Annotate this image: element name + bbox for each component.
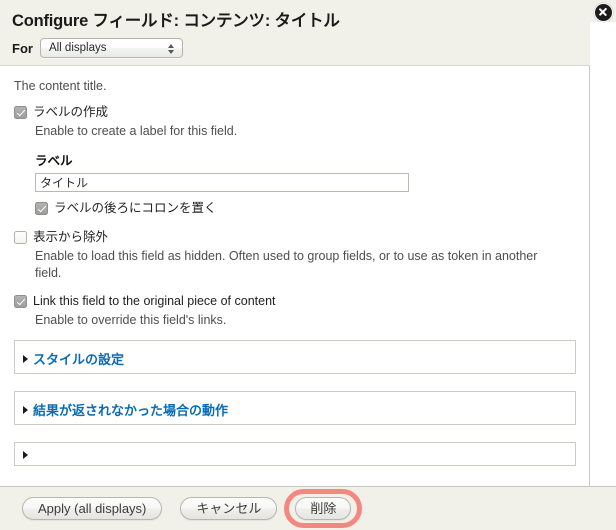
fieldset-third-partial-legend[interactable]: [23, 451, 33, 460]
label-heading: ラベル: [35, 153, 73, 168]
delete-button-wrapper: 削除: [284, 489, 363, 528]
fieldset-no-results-behavior-legend[interactable]: 結果が返されなかった場合の動作: [23, 400, 228, 419]
display-scope-value: All displays: [48, 42, 107, 54]
fieldset-style-settings[interactable]: スタイルの設定: [14, 340, 576, 375]
colon-after-label-text: ラベルの後ろにコロンを置く: [54, 200, 217, 215]
create-label-text: ラベルの作成: [33, 104, 109, 119]
cancel-button[interactable]: キャンセル: [180, 497, 278, 520]
triangle-right-icon: [23, 354, 28, 363]
content-description: The content title.: [14, 79, 107, 93]
fieldset-style-settings-legend[interactable]: スタイルの設定: [23, 349, 124, 368]
configure-field-dialog: Configure フィールド: コンテンツ: タイトル For All dis…: [0, 0, 616, 530]
create-label-checkbox[interactable]: [14, 105, 27, 119]
display-scope-select[interactable]: All displays: [39, 38, 183, 58]
delete-button[interactable]: 削除: [295, 497, 352, 520]
triangle-right-icon: [23, 405, 28, 414]
fieldset-third-partial[interactable]: [14, 442, 576, 467]
exclude-from-display-text: 表示から除外: [33, 229, 109, 244]
colon-after-label-row[interactable]: ラベルの後ろにコロンを置く: [35, 201, 575, 216]
create-label-description: Enable to create a label for this field.: [35, 123, 238, 138]
exclude-from-display-description: Enable to load this field as hidden. Oft…: [35, 248, 538, 280]
colon-after-label-checkbox[interactable]: [35, 201, 48, 215]
create-label-row[interactable]: ラベルの作成: [14, 105, 575, 120]
updown-arrows-icon: [168, 41, 175, 57]
exclude-from-display-checkbox[interactable]: [14, 230, 27, 244]
fieldset-style-settings-label: スタイルの設定: [33, 352, 125, 368]
link-original-description: Enable to override this field's links.: [35, 312, 227, 327]
link-original-text: Link this field to the original piece of…: [33, 293, 276, 308]
close-circle-icon[interactable]: [594, 3, 613, 22]
link-original-row[interactable]: Link this field to the original piece of…: [14, 294, 575, 309]
dialog-header: Configure フィールド: コンテンツ: タイトル For All dis…: [0, 0, 590, 66]
triangle-right-icon: [23, 451, 28, 460]
fieldset-no-results-behavior[interactable]: 結果が返されなかった場合の動作: [14, 391, 576, 426]
for-label: For: [12, 40, 33, 56]
dialog-body: The content title. ラベルの作成 Enable to crea…: [0, 66, 590, 486]
dialog-title: Configure フィールド: コンテンツ: タイトル: [12, 12, 340, 30]
fieldset-no-results-behavior-label: 結果が返されなかった場合の動作: [33, 403, 229, 419]
exclude-from-display-row[interactable]: 表示から除外: [14, 230, 575, 245]
display-scope-row: For All displays: [12, 38, 183, 58]
label-input[interactable]: [35, 172, 409, 192]
link-original-checkbox[interactable]: [14, 294, 27, 308]
dialog-footer: Apply (all displays) キャンセル 削除: [0, 486, 616, 530]
apply-all-displays-button[interactable]: Apply (all displays): [22, 497, 163, 520]
